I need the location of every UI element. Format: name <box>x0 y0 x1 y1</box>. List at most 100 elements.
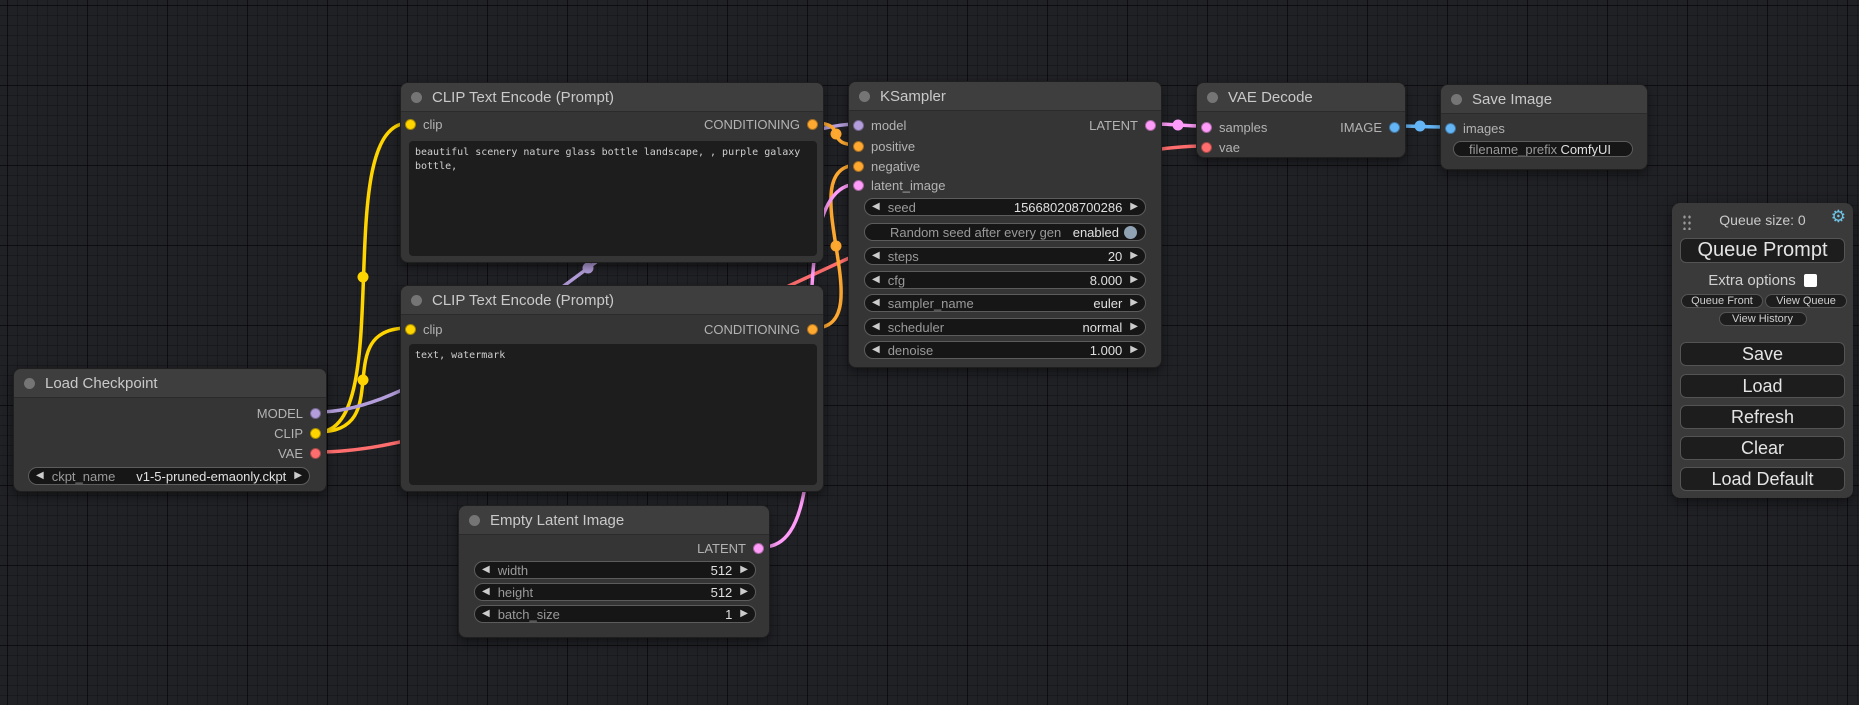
output-port-latent[interactable]: LATENT <box>697 538 764 558</box>
image-port-dot[interactable] <box>1445 123 1456 134</box>
view-history-button[interactable]: View History <box>1719 312 1807 326</box>
increment-arrow-icon[interactable] <box>1130 322 1138 332</box>
decrement-arrow-icon[interactable] <box>872 322 880 332</box>
clear-button[interactable]: Clear <box>1680 436 1845 460</box>
collapse-dot[interactable] <box>859 91 870 102</box>
output-port-latent[interactable]: LATENT <box>1089 115 1156 135</box>
input-port-images[interactable]: images <box>1445 118 1505 138</box>
node-header[interactable]: CLIP Text Encode (Prompt) <box>401 286 823 315</box>
increment-arrow-icon[interactable] <box>1130 345 1138 355</box>
decrement-arrow-icon[interactable] <box>872 202 880 212</box>
input-port-vae[interactable]: vae <box>1201 137 1240 157</box>
conditioning-port-dot[interactable] <box>807 324 818 335</box>
clip-port-dot[interactable] <box>405 324 416 335</box>
model-port-dot[interactable] <box>853 120 864 131</box>
collapse-dot[interactable] <box>24 378 35 389</box>
node-clip-text-encode-positive[interactable]: CLIP Text Encode (Prompt) clip CONDITION… <box>400 82 824 263</box>
node-header[interactable]: Empty Latent Image <box>459 506 769 535</box>
collapse-dot[interactable] <box>411 92 422 103</box>
node-vae-decode[interactable]: VAE Decode samples vae IMAGE <box>1196 82 1406 158</box>
node-load-checkpoint[interactable]: Load Checkpoint MODEL CLIP VAE ckpt_name… <box>13 368 327 492</box>
decrement-arrow-icon[interactable] <box>482 587 490 597</box>
input-port-negative[interactable]: negative <box>853 156 920 176</box>
toggle-dot[interactable] <box>1124 226 1137 239</box>
input-port-model[interactable]: model <box>853 115 906 135</box>
clip-port-dot[interactable] <box>405 119 416 130</box>
save-button[interactable]: Save <box>1680 342 1845 366</box>
prompt-textarea[interactable]: text, watermark <box>409 344 817 485</box>
node-header[interactable]: Load Checkpoint <box>14 369 326 398</box>
node-header[interactable]: Save Image <box>1441 85 1647 114</box>
vae-port-dot[interactable] <box>1201 142 1212 153</box>
output-port-conditioning[interactable]: CONDITIONING <box>704 114 818 134</box>
output-port-clip[interactable]: CLIP <box>274 423 321 443</box>
latent-port-dot[interactable] <box>753 543 764 554</box>
node-empty-latent-image[interactable]: Empty Latent Image LATENT width 512 heig… <box>458 505 770 638</box>
increment-arrow-icon[interactable] <box>1130 275 1138 285</box>
node-clip-text-encode-negative[interactable]: CLIP Text Encode (Prompt) clip CONDITION… <box>400 285 824 492</box>
latent-port-dot[interactable] <box>853 180 864 191</box>
collapse-dot[interactable] <box>411 295 422 306</box>
decrement-arrow-icon[interactable] <box>36 471 44 481</box>
output-port-model[interactable]: MODEL <box>257 403 321 423</box>
collapse-dot[interactable] <box>1451 94 1462 105</box>
gear-icon[interactable] <box>1831 208 1846 225</box>
widget-scheduler[interactable]: scheduler normal <box>864 318 1146 336</box>
input-port-positive[interactable]: positive <box>853 136 915 156</box>
view-queue-button[interactable]: View Queue <box>1765 294 1847 308</box>
extra-options-checkbox[interactable] <box>1804 274 1817 287</box>
latent-port-dot[interactable] <box>1145 120 1156 131</box>
node-header[interactable]: CLIP Text Encode (Prompt) <box>401 83 823 112</box>
increment-arrow-icon[interactable] <box>1130 202 1138 212</box>
node-header[interactable]: KSampler <box>849 82 1161 111</box>
queue-prompt-button[interactable]: Queue Prompt <box>1680 238 1845 263</box>
widget-ckpt-name[interactable]: ckpt_name v1-5-pruned-emaonly.ckpt <box>28 467 310 485</box>
conditioning-port-dot[interactable] <box>853 161 864 172</box>
increment-arrow-icon[interactable] <box>294 471 302 481</box>
widget-batch-size[interactable]: batch_size 1 <box>474 605 756 623</box>
decrement-arrow-icon[interactable] <box>872 298 880 308</box>
input-port-clip[interactable]: clip <box>405 319 443 339</box>
decrement-arrow-icon[interactable] <box>482 609 490 619</box>
increment-arrow-icon[interactable] <box>740 609 748 619</box>
input-port-latent-image[interactable]: latent_image <box>853 175 945 195</box>
increment-arrow-icon[interactable] <box>740 565 748 575</box>
widget-height[interactable]: height 512 <box>474 583 756 601</box>
collapse-dot[interactable] <box>1207 92 1218 103</box>
widget-sampler-name[interactable]: sampler_name euler <box>864 294 1146 312</box>
output-port-conditioning[interactable]: CONDITIONING <box>704 319 818 339</box>
image-port-dot[interactable] <box>1389 122 1400 133</box>
conditioning-port-dot[interactable] <box>853 141 864 152</box>
output-port-vae[interactable]: VAE <box>278 443 321 463</box>
widget-steps[interactable]: steps 20 <box>864 247 1146 265</box>
clip-port-dot[interactable] <box>310 428 321 439</box>
decrement-arrow-icon[interactable] <box>872 275 880 285</box>
increment-arrow-icon[interactable] <box>1130 298 1138 308</box>
widget-denoise[interactable]: denoise 1.000 <box>864 341 1146 359</box>
output-port-image[interactable]: IMAGE <box>1340 117 1400 137</box>
node-header[interactable]: VAE Decode <box>1197 83 1405 112</box>
input-port-samples[interactable]: samples <box>1201 117 1267 137</box>
widget-filename-prefix[interactable]: filename_prefix ComfyUI <box>1453 141 1633 157</box>
node-graph-canvas[interactable]: Load Checkpoint MODEL CLIP VAE ckpt_name… <box>0 0 1859 705</box>
input-port-clip[interactable]: clip <box>405 114 443 134</box>
decrement-arrow-icon[interactable] <box>482 565 490 575</box>
increment-arrow-icon[interactable] <box>1130 251 1138 261</box>
widget-random-seed[interactable]: Random seed after every gen enabled <box>864 223 1146 241</box>
node-ksampler[interactable]: KSampler model positive negative latent_… <box>848 81 1162 368</box>
increment-arrow-icon[interactable] <box>740 587 748 597</box>
widget-cfg[interactable]: cfg 8.000 <box>864 271 1146 289</box>
refresh-button[interactable]: Refresh <box>1680 405 1845 429</box>
load-default-button[interactable]: Load Default <box>1680 467 1845 491</box>
latent-port-dot[interactable] <box>1201 122 1212 133</box>
queue-front-button[interactable]: Queue Front <box>1681 294 1763 308</box>
vae-port-dot[interactable] <box>310 448 321 459</box>
prompt-textarea[interactable]: beautiful scenery nature glass bottle la… <box>409 141 817 256</box>
widget-seed[interactable]: seed 156680208700286 <box>864 198 1146 216</box>
collapse-dot[interactable] <box>469 515 480 526</box>
model-port-dot[interactable] <box>310 408 321 419</box>
conditioning-port-dot[interactable] <box>807 119 818 130</box>
node-save-image[interactable]: Save Image images filename_prefix ComfyU… <box>1440 84 1648 170</box>
widget-width[interactable]: width 512 <box>474 561 756 579</box>
decrement-arrow-icon[interactable] <box>872 251 880 261</box>
